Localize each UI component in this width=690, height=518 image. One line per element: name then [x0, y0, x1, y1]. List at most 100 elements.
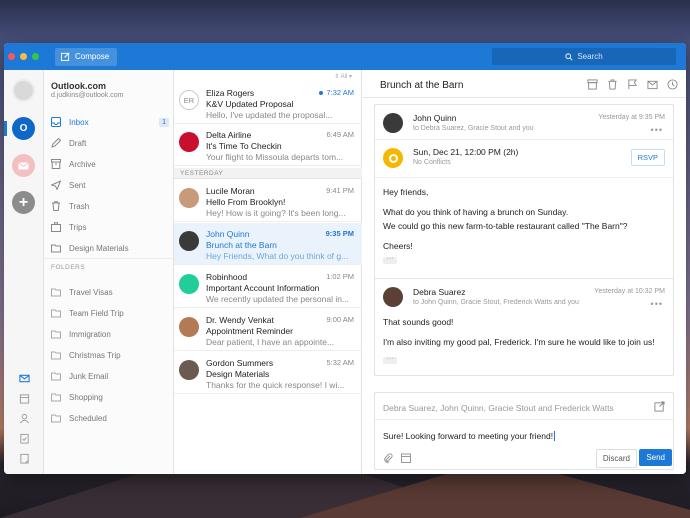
avatar — [179, 360, 199, 380]
message-preview: Your flight to Missoula departs tom... — [206, 152, 344, 162]
text-cursor — [554, 431, 556, 441]
account-name: Outlook.com — [51, 81, 107, 91]
message-item-gordon-summers[interactable]: Gordon Summers Design Materials Thanks f… — [174, 352, 362, 394]
attach-icon[interactable] — [383, 453, 393, 463]
message-preview: Thanks for the quick response! I wi... — [206, 380, 345, 390]
message-recipients: to Debra Suarez, Gracie Stout and you — [413, 125, 534, 132]
message-subject: K&V Updated Proposal — [206, 99, 294, 109]
folder-icon — [51, 309, 61, 318]
message-time: 9:41 PM — [326, 186, 354, 195]
message-sender: John Quinn — [413, 113, 457, 123]
folder-item-travel-visas[interactable]: Travel Visas — [51, 284, 169, 300]
archive-icon[interactable] — [587, 79, 598, 90]
folder-item-scheduled[interactable]: Scheduled — [51, 410, 169, 426]
pop-out-icon[interactable] — [654, 401, 665, 412]
discard-button[interactable]: Discard — [595, 449, 637, 468]
unread-dot — [319, 91, 324, 96]
folder-item-team-field-trip[interactable]: Team Field Trip — [51, 305, 169, 321]
divider — [375, 139, 673, 140]
send-button[interactable]: Send — [639, 449, 672, 466]
show-quoted-button[interactable]: ··· — [383, 355, 397, 364]
window-controls — [8, 53, 39, 60]
message-time: 1:02 PM — [326, 272, 354, 281]
message-subject: Brunch at the Barn — [206, 240, 277, 250]
message-item-eliza-rogers[interactable]: ER Eliza Rogers K&V Updated Proposal Hel… — [174, 82, 362, 124]
contacts-icon[interactable] — [19, 413, 30, 424]
schedule-icon[interactable] — [667, 79, 678, 90]
notes-icon[interactable] — [19, 453, 30, 464]
mark-read-icon[interactable] — [647, 79, 658, 90]
compose-icon — [61, 52, 70, 61]
message-body-line: That sounds good! — [383, 317, 454, 327]
message-body-line: What do you think of having a brunch on … — [383, 207, 569, 217]
folder-item-immigration[interactable]: Immigration — [51, 326, 169, 342]
zoom-window-button[interactable] — [32, 53, 39, 60]
outlook-account-icon[interactable]: O — [12, 117, 35, 140]
message-sender: Gordon Summers — [206, 358, 274, 368]
message-sender: Debra Suarez — [413, 287, 466, 297]
search-input[interactable]: Search — [492, 48, 676, 65]
filter-label: All — [340, 74, 348, 80]
calendar-icon[interactable] — [401, 453, 411, 463]
more-options-button[interactable]: ••• — [651, 125, 663, 135]
folder-item-inbox[interactable]: Inbox 1 — [51, 114, 169, 130]
draft-icon — [51, 138, 61, 148]
folder-item-trash[interactable]: Trash — [51, 198, 169, 214]
message-time-text: 7:32 AM — [326, 88, 354, 97]
folder-divider — [44, 258, 173, 259]
calendar-icon[interactable] — [19, 393, 30, 404]
folder-item-archive[interactable]: Archive — [51, 156, 169, 172]
event-icon — [383, 148, 403, 168]
reader-divider — [362, 97, 686, 98]
add-account-button[interactable]: + — [12, 191, 35, 214]
mail-account-icon[interactable] — [12, 154, 35, 177]
message-preview: We recently updated the personal in... — [206, 294, 350, 304]
message-item-robinhood[interactable]: Robinhood Important Account Information … — [174, 266, 362, 308]
close-window-button[interactable] — [8, 53, 15, 60]
folder-label: Design Materials — [69, 243, 129, 253]
message-time: 7:32 AM — [319, 88, 354, 97]
minimize-window-button[interactable] — [20, 53, 27, 60]
folder-item-shopping[interactable]: Shopping — [51, 389, 169, 405]
archive-icon — [51, 159, 61, 169]
rsvp-button[interactable]: RSVP — [630, 149, 665, 166]
folder-item-design-materials[interactable]: Design Materials — [51, 240, 169, 256]
mail-icon[interactable] — [18, 373, 30, 384]
folder-item-sent[interactable]: Sent — [51, 177, 169, 193]
active-account-indicator — [4, 121, 7, 136]
divider — [375, 419, 673, 420]
folder-item-trips[interactable]: Trips — [51, 219, 169, 235]
message-item-wendy-venkat[interactable]: Dr. Wendy Venkat Appointment Reminder De… — [174, 309, 362, 351]
mail-app-window: Compose Search O + Outlook.com d.judkins… — [4, 43, 686, 474]
folder-icon — [51, 393, 61, 402]
tasks-icon[interactable] — [19, 433, 30, 444]
message-sender: Delta Airline — [206, 130, 252, 140]
show-quoted-button[interactable]: ··· — [383, 255, 397, 264]
trash-icon[interactable] — [607, 79, 618, 90]
folder-icon — [51, 414, 61, 423]
folder-icon — [51, 372, 61, 381]
message-item-john-quinn[interactable]: John Quinn Brunch at the Barn Hey Friend… — [174, 223, 362, 265]
compose-button[interactable]: Compose — [55, 47, 117, 66]
message-item-delta-airline[interactable]: Delta Airline It's Time To Checkin Your … — [174, 124, 362, 166]
inbox-icon — [51, 117, 61, 127]
avatar — [383, 113, 403, 133]
reply-input[interactable]: Sure! Looking forward to meeting your fr… — [383, 431, 556, 441]
folder-item-draft[interactable]: Draft — [51, 135, 169, 151]
account-avatar-generic[interactable] — [12, 79, 35, 102]
message-recipients: to John Quinn, Gracie Stout, Frederick W… — [413, 299, 579, 306]
message-item-lucile-moran[interactable]: Lucile Moran Hello From Brooklyn! Hey! H… — [174, 180, 362, 222]
message-sender: Robinhood — [206, 272, 248, 282]
flag-icon[interactable] — [627, 79, 638, 90]
reader-toolbar — [587, 79, 678, 90]
message-time: Yesterday at 10:32 PM — [594, 288, 665, 295]
message-subject: Important Account Information — [206, 283, 320, 293]
folder-item-christmas-trip[interactable]: Christmas Trip — [51, 347, 169, 363]
account-email: d.judkins@outlook.com — [51, 92, 124, 99]
reply-recipients[interactable]: Debra Suarez, John Quinn, Gracie Stout a… — [383, 403, 614, 413]
folder-item-junk-email[interactable]: Junk Email — [51, 368, 169, 384]
more-options-button[interactable]: ••• — [651, 299, 663, 309]
message-time: 6:49 AM — [326, 130, 354, 139]
folder-label: Draft — [69, 138, 87, 148]
filter-dropdown[interactable]: ⇕ All ▾ — [334, 73, 352, 80]
